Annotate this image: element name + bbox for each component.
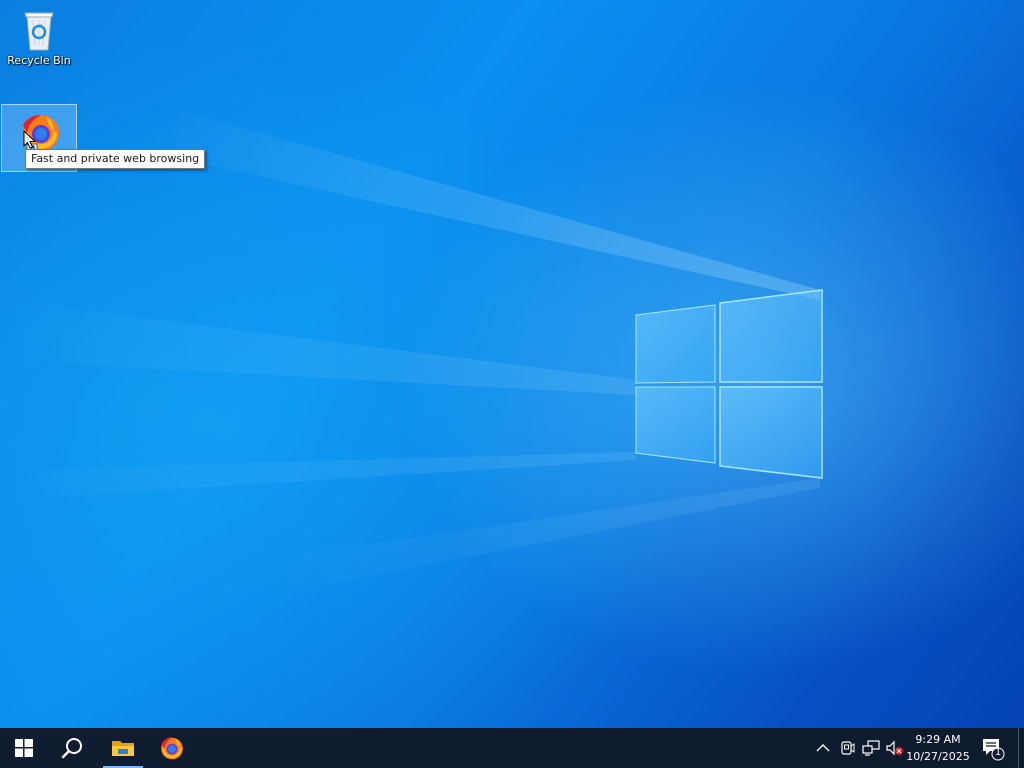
taskbar-firefox[interactable] <box>152 728 192 768</box>
notification-icon <box>983 739 1005 761</box>
tray-network[interactable] <box>862 738 880 758</box>
desktop-icon-recycle-bin[interactable]: Recycle Bin <box>1 2 77 70</box>
meet-now-icon <box>841 741 855 755</box>
tray-volume[interactable] <box>886 738 904 758</box>
action-center-button[interactable]: 1 <box>980 736 1006 762</box>
tray-show-hidden-icons[interactable] <box>814 738 832 758</box>
start-button[interactable] <box>0 728 48 768</box>
tooltip: Fast and private web browsing <box>25 149 206 169</box>
tray-meet-now[interactable] <box>838 738 856 758</box>
taskbar-file-explorer[interactable] <box>103 728 143 768</box>
show-desktop-button[interactable] <box>1018 728 1024 768</box>
network-icon <box>862 740 880 756</box>
wallpaper-logo <box>0 110 823 590</box>
chevron-up-icon <box>816 744 830 752</box>
file-explorer-icon <box>112 741 134 756</box>
taskbar: 9:29 AM 10/27/2025 1 <box>0 728 1024 768</box>
search-button[interactable] <box>48 728 96 768</box>
mouse-cursor-icon <box>23 130 37 149</box>
recycle-bin-icon <box>24 12 54 51</box>
clock-time: 9:29 AM <box>915 733 961 746</box>
search-icon <box>61 738 82 759</box>
taskbar-clock[interactable]: 9:29 AM 10/27/2025 <box>906 731 970 765</box>
firefox-icon <box>161 737 183 760</box>
windows-start-icon <box>15 739 33 757</box>
notification-count-badge: 1 <box>994 747 1002 758</box>
desktop-background[interactable]: Recycle Bin Fast and private web browsin… <box>0 0 1024 728</box>
clock-date: 10/27/2025 <box>906 750 970 763</box>
desktop-icon-label: Recycle Bin <box>7 54 71 67</box>
volume-muted-icon <box>886 740 903 756</box>
